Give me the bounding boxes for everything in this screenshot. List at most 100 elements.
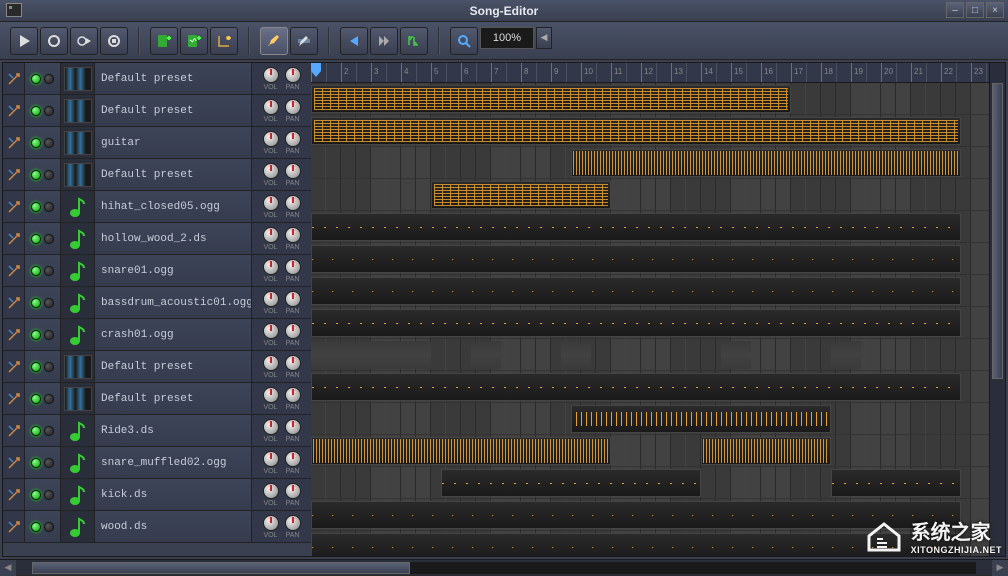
track-name-label[interactable]: Default preset	[95, 361, 251, 373]
pattern-clip[interactable]	[431, 181, 611, 209]
track-type-icon[interactable]	[61, 255, 95, 286]
pattern-clip[interactable]	[311, 437, 611, 465]
volume-knob[interactable]	[263, 387, 279, 403]
draw-mode-button[interactable]	[260, 27, 288, 55]
track-tools-icon[interactable]	[3, 479, 25, 510]
mute-led[interactable]	[31, 170, 41, 180]
pattern-clip[interactable]	[311, 309, 961, 337]
mute-led[interactable]	[31, 426, 41, 436]
pattern-clip[interactable]	[471, 341, 501, 369]
solo-led[interactable]	[44, 298, 54, 308]
back-button[interactable]	[340, 27, 368, 55]
track-tools-icon[interactable]	[3, 223, 25, 254]
timeline-row[interactable]	[311, 275, 989, 307]
track-tools-icon[interactable]	[3, 159, 25, 190]
mute-led[interactable]	[31, 234, 41, 244]
pan-knob[interactable]	[285, 515, 301, 531]
pattern-clip[interactable]	[311, 341, 431, 369]
pattern-clip[interactable]	[701, 437, 831, 465]
track-tools-icon[interactable]	[3, 191, 25, 222]
solo-led[interactable]	[44, 266, 54, 276]
volume-knob[interactable]	[263, 355, 279, 371]
track-name-label[interactable]: guitar	[95, 137, 251, 149]
track-tools-icon[interactable]	[3, 255, 25, 286]
pan-knob[interactable]	[285, 131, 301, 147]
timeline-row[interactable]	[311, 211, 989, 243]
mute-led[interactable]	[31, 522, 41, 532]
solo-led[interactable]	[44, 138, 54, 148]
pan-knob[interactable]	[285, 323, 301, 339]
track-type-icon[interactable]	[61, 95, 95, 126]
pattern-clip[interactable]	[571, 149, 961, 177]
track-name-label[interactable]: bassdrum_acoustic01.ogg	[95, 297, 251, 309]
track-type-icon[interactable]	[61, 159, 95, 190]
timeline-row[interactable]	[311, 435, 989, 467]
pattern-clip[interactable]	[561, 341, 591, 369]
zoom-dropdown-icon[interactable]: ◀	[536, 27, 552, 49]
mute-led[interactable]	[31, 138, 41, 148]
volume-knob[interactable]	[263, 451, 279, 467]
solo-led[interactable]	[44, 394, 54, 404]
track-tools-icon[interactable]	[3, 447, 25, 478]
solo-led[interactable]	[44, 330, 54, 340]
track-type-icon[interactable]	[61, 191, 95, 222]
solo-led[interactable]	[44, 170, 54, 180]
forward-button[interactable]	[370, 27, 398, 55]
volume-knob[interactable]	[263, 131, 279, 147]
track-tools-icon[interactable]	[3, 95, 25, 126]
track-tools-icon[interactable]	[3, 511, 25, 542]
vertical-scrollbar[interactable]	[989, 63, 1005, 556]
vertical-scroll-thumb[interactable]	[992, 83, 1003, 379]
close-button[interactable]: ×	[986, 2, 1004, 18]
timeline-row[interactable]	[311, 307, 989, 339]
pattern-clip[interactable]	[831, 341, 861, 369]
timeline-ruler[interactable]: 234567891011121314151617181920212223	[311, 63, 989, 83]
pattern-clip[interactable]	[311, 213, 961, 241]
pattern-clip[interactable]	[311, 245, 961, 273]
add-bb-track-button[interactable]	[150, 27, 178, 55]
solo-led[interactable]	[44, 426, 54, 436]
track-name-label[interactable]: kick.ds	[95, 489, 251, 501]
solo-led[interactable]	[44, 362, 54, 372]
add-automation-track-button[interactable]	[210, 27, 238, 55]
horizontal-scroll-thumb[interactable]	[32, 562, 410, 574]
timeline-row[interactable]	[311, 179, 989, 211]
track-tools-icon[interactable]	[3, 319, 25, 350]
track-type-icon[interactable]	[61, 63, 95, 94]
timeline-row[interactable]	[311, 339, 989, 371]
track-name-label[interactable]: hollow_wood_2.ds	[95, 233, 251, 245]
zoom-field[interactable]	[480, 27, 534, 49]
mute-led[interactable]	[31, 106, 41, 116]
scroll-left-icon[interactable]: ◀	[0, 560, 16, 576]
volume-knob[interactable]	[263, 483, 279, 499]
track-name-label[interactable]: Default preset	[95, 169, 251, 181]
pan-knob[interactable]	[285, 67, 301, 83]
mute-led[interactable]	[31, 74, 41, 84]
loop-button[interactable]	[400, 27, 428, 55]
timeline-row[interactable]	[311, 243, 989, 275]
pan-knob[interactable]	[285, 195, 301, 211]
maximize-button[interactable]: □	[966, 2, 984, 18]
solo-led[interactable]	[44, 202, 54, 212]
add-sample-track-button[interactable]	[180, 27, 208, 55]
solo-led[interactable]	[44, 106, 54, 116]
solo-led[interactable]	[44, 234, 54, 244]
volume-knob[interactable]	[263, 99, 279, 115]
pan-knob[interactable]	[285, 163, 301, 179]
mute-led[interactable]	[31, 266, 41, 276]
pan-knob[interactable]	[285, 419, 301, 435]
timeline-row[interactable]	[311, 83, 989, 115]
pan-knob[interactable]	[285, 227, 301, 243]
track-type-icon[interactable]	[61, 319, 95, 350]
timeline-row[interactable]	[311, 467, 989, 499]
track-tools-icon[interactable]	[3, 127, 25, 158]
volume-knob[interactable]	[263, 195, 279, 211]
track-type-icon[interactable]	[61, 223, 95, 254]
mute-led[interactable]	[31, 458, 41, 468]
pattern-clip[interactable]	[311, 277, 961, 305]
pattern-clip[interactable]	[311, 85, 791, 113]
track-name-label[interactable]: Default preset	[95, 105, 251, 117]
mute-led[interactable]	[31, 362, 41, 372]
solo-led[interactable]	[44, 490, 54, 500]
track-type-icon[interactable]	[61, 127, 95, 158]
